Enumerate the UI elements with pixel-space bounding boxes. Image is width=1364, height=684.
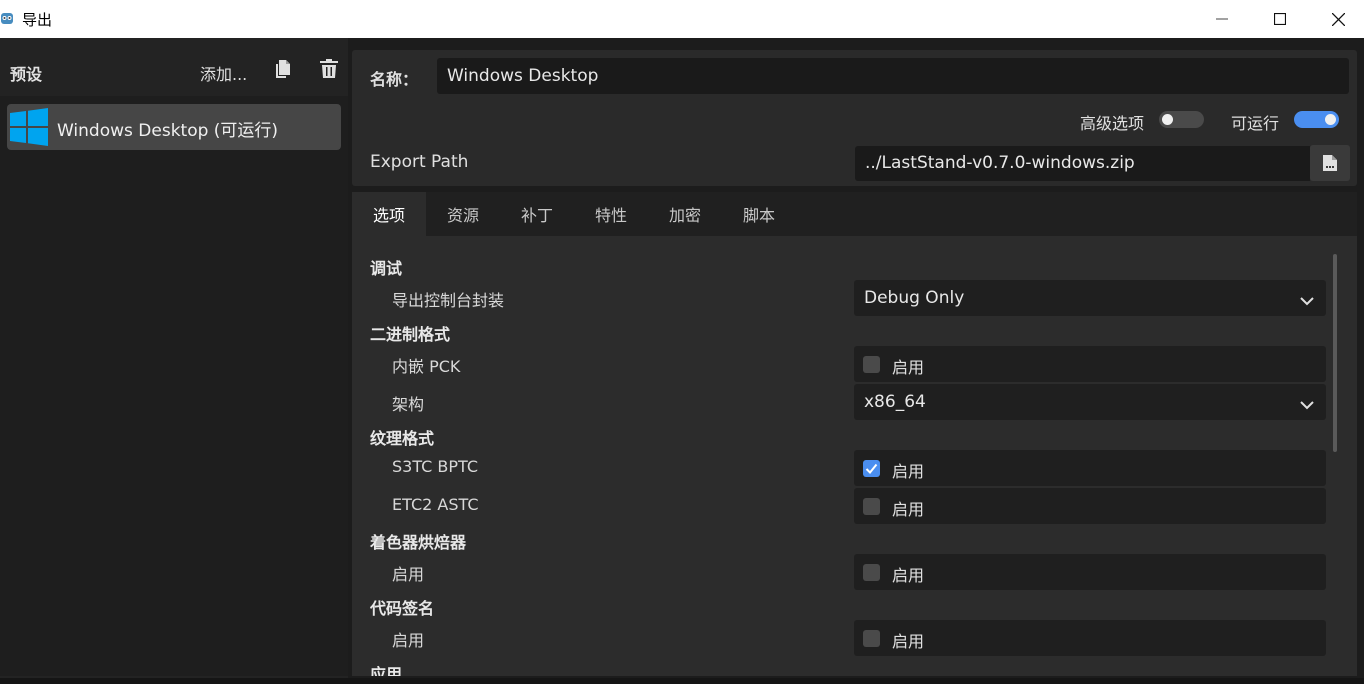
advanced-options-toggle[interactable] — [1159, 111, 1204, 128]
godot-app-icon — [0, 10, 14, 26]
etc2-astc-checkbox-label: 启用 — [892, 500, 925, 519]
section-texture-format: 纹理格式 — [370, 429, 435, 448]
close-button[interactable] — [1309, 0, 1364, 38]
s3tc-bptc-checkbox-label: 启用 — [892, 462, 925, 481]
chevron-down-icon — [1300, 291, 1314, 310]
embed-pck-checkbox[interactable] — [863, 356, 880, 373]
s3tc-bptc-checkbox[interactable] — [863, 460, 880, 477]
codesign-enabled-label: 启用 — [392, 631, 425, 650]
embed-pck-label: 内嵌 PCK — [392, 357, 461, 376]
etc2-astc-field — [854, 488, 1326, 524]
section-shader-baker: 着色器烘焙器 — [370, 533, 467, 552]
runnable-label: 可运行 — [1231, 114, 1280, 133]
export-path-input[interactable]: ../LastStand-v0.7.0-windows.zip — [855, 146, 1310, 181]
file-browse-icon — [1323, 155, 1337, 171]
toggle-knob — [1162, 114, 1173, 125]
architecture-value: x86_64 — [864, 392, 926, 412]
checkmark-icon — [865, 463, 878, 474]
presets-header: 预设 — [10, 65, 43, 84]
maximize-button[interactable] — [1251, 0, 1309, 38]
runnable-toggle[interactable] — [1294, 111, 1339, 128]
bottom-edge — [0, 678, 1364, 684]
maximize-icon — [1274, 13, 1286, 25]
chevron-down-icon — [1300, 395, 1314, 414]
options-scrollbar[interactable] — [1333, 254, 1337, 452]
preset-list — [0, 96, 348, 676]
codesign-checkbox-label: 启用 — [892, 632, 925, 651]
etc2-astc-label: ETC2 ASTC — [392, 495, 479, 514]
title-bar: 导出 — [0, 0, 1364, 38]
tab-patches[interactable]: 补丁 — [500, 192, 574, 236]
embed-pck-checkbox-label: 启用 — [892, 358, 925, 377]
tab-scripts[interactable]: 脚本 — [722, 192, 796, 236]
shader-baker-checkbox-label: 启用 — [892, 566, 925, 585]
tab-options[interactable]: 选项 — [352, 192, 426, 236]
name-input[interactable]: Windows Desktop — [437, 58, 1349, 94]
advanced-options-label: 高级选项 — [1080, 114, 1145, 133]
s3tc-bptc-label: S3TC BPTC — [392, 457, 479, 476]
close-icon — [1331, 12, 1345, 26]
tab-features[interactable]: 特性 — [574, 192, 648, 236]
section-codesign: 代码签名 — [370, 599, 435, 618]
s3tc-bptc-field — [854, 450, 1326, 486]
shader-baker-field — [854, 554, 1326, 590]
section-application: 应用 — [370, 665, 403, 676]
codesign-checkbox[interactable] — [863, 630, 880, 647]
tab-resources[interactable]: 资源 — [426, 192, 500, 236]
window-title: 导出 — [22, 11, 53, 29]
delete-preset-icon[interactable] — [319, 59, 339, 83]
windows-logo-icon — [10, 108, 48, 150]
tab-encryption[interactable]: 加密 — [648, 192, 722, 236]
duplicate-preset-icon[interactable] — [274, 59, 292, 83]
shader-baker-checkbox[interactable] — [863, 564, 880, 581]
etc2-astc-checkbox[interactable] — [863, 498, 880, 515]
shader-baker-enabled-label: 启用 — [392, 565, 425, 584]
browse-path-button[interactable] — [1310, 145, 1350, 181]
preset-item-label: Windows Desktop (可运行) — [57, 121, 279, 141]
export-path-label: Export Path — [370, 152, 469, 172]
minimize-button[interactable] — [1193, 0, 1251, 38]
console-wrapper-label: 导出控制台封装 — [392, 291, 505, 310]
section-debug: 调试 — [370, 259, 403, 278]
minimize-icon — [1216, 18, 1228, 20]
name-label: 名称： — [370, 70, 419, 89]
add-preset-button[interactable]: 添加... — [200, 61, 247, 85]
architecture-label: 架构 — [392, 395, 425, 414]
section-binary-format: 二进制格式 — [370, 325, 451, 344]
toggle-knob — [1325, 114, 1336, 125]
codesign-field — [854, 620, 1326, 656]
console-wrapper-value: Debug Only — [864, 288, 965, 308]
embed-pck-field — [854, 346, 1326, 382]
